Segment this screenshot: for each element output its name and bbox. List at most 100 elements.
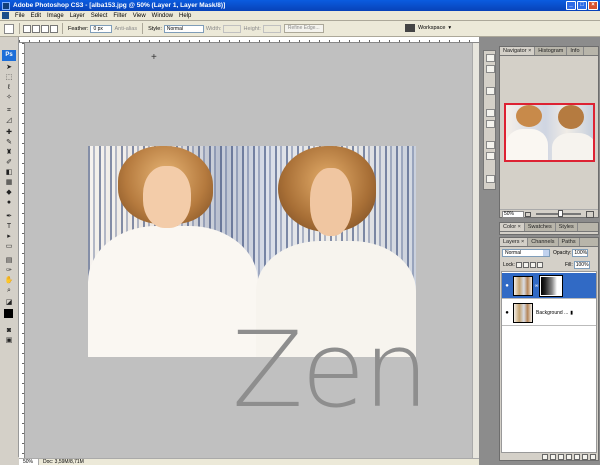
- paragraph-panel-icon[interactable]: [486, 152, 495, 160]
- lock-transparency-icon[interactable]: [515, 262, 522, 268]
- dodge-tool-icon[interactable]: ●: [4, 199, 14, 207]
- opacity-input[interactable]: 100%: [572, 249, 589, 257]
- menu-view[interactable]: View: [130, 13, 149, 19]
- type-tool-icon[interactable]: T: [4, 223, 14, 231]
- antialias-checkbox[interactable]: Anti-alias: [114, 26, 137, 32]
- adjustment-layer-icon[interactable]: [566, 454, 572, 460]
- visibility-eye-icon[interactable]: ●: [503, 310, 511, 316]
- menu-select[interactable]: Select: [88, 13, 111, 19]
- add-selection-icon[interactable]: [32, 24, 40, 33]
- healing-brush-icon[interactable]: ✚: [4, 129, 14, 137]
- history-brush-icon[interactable]: ✐: [4, 159, 14, 167]
- subtract-selection-icon[interactable]: [41, 24, 49, 33]
- menu-edit[interactable]: Edit: [28, 13, 44, 19]
- layer-thumbnail[interactable]: [513, 275, 533, 296]
- document-icon[interactable]: [2, 12, 9, 19]
- screen-mode-icon[interactable]: ▣: [4, 337, 14, 345]
- link-layers-icon[interactable]: [542, 454, 548, 460]
- add-mask-icon[interactable]: [558, 454, 564, 460]
- mask-link-icon[interactable]: ∞: [534, 283, 539, 289]
- style-select[interactable]: Normal: [163, 24, 204, 33]
- blur-tool-icon[interactable]: ◆: [4, 189, 14, 197]
- lock-pixels-icon[interactable]: [522, 262, 529, 268]
- ps-logo[interactable]: Ps: [2, 50, 16, 61]
- menu-image[interactable]: Image: [44, 13, 67, 19]
- hand-tool-icon[interactable]: ✋: [4, 277, 14, 285]
- tab-paths[interactable]: Paths: [559, 238, 580, 246]
- layer-row-background[interactable]: ● Background ... ▮: [502, 300, 596, 326]
- zoom-slider-knob[interactable]: [558, 210, 563, 217]
- lock-all-icon[interactable]: [536, 262, 543, 268]
- workspace-button[interactable]: Workspace ▾: [405, 24, 451, 32]
- status-doc-size[interactable]: Doc: 3,59M/8,71M: [39, 459, 88, 465]
- default-colors-icon[interactable]: ◪: [4, 299, 14, 307]
- tab-info[interactable]: Info: [567, 47, 584, 55]
- new-group-icon[interactable]: [574, 454, 580, 460]
- tab-channels[interactable]: Channels: [528, 238, 559, 246]
- navigator-zoom-input[interactable]: 50%: [502, 210, 524, 218]
- new-layer-icon[interactable]: [582, 454, 588, 460]
- zoom-out-icon[interactable]: [525, 211, 531, 217]
- fill-input[interactable]: 100%: [573, 261, 590, 269]
- actions-panel-icon[interactable]: [486, 65, 495, 73]
- zoom-tool-icon[interactable]: ⌕: [4, 287, 14, 295]
- layer-mask-thumbnail[interactable]: [539, 274, 563, 297]
- eyedropper-tool-icon[interactable]: ✑: [4, 267, 14, 275]
- blend-mode-select[interactable]: Normal: [502, 249, 550, 257]
- quick-mask-icon[interactable]: ◙: [4, 327, 14, 335]
- menu-help[interactable]: Help: [176, 13, 194, 19]
- clone-source-icon[interactable]: [486, 120, 495, 128]
- refine-edge-button[interactable]: Refine Edge...: [283, 24, 324, 33]
- navigator-preview[interactable]: [504, 103, 595, 162]
- character-panel-icon[interactable]: [486, 141, 495, 149]
- brush-tool-icon[interactable]: ✎: [4, 139, 14, 147]
- visibility-eye-icon[interactable]: ●: [503, 283, 511, 289]
- menu-layer[interactable]: Layer: [67, 13, 88, 19]
- menu-window[interactable]: Window: [149, 13, 176, 19]
- notes-tool-icon[interactable]: ▤: [4, 257, 14, 265]
- clone-stamp-icon[interactable]: ♜: [4, 149, 14, 157]
- maximize-button[interactable]: □: [577, 1, 587, 10]
- layer-comps-icon[interactable]: [486, 175, 495, 183]
- zoom-in-icon[interactable]: [586, 210, 594, 218]
- gradient-tool-icon[interactable]: ▦: [4, 179, 14, 187]
- minimize-button[interactable]: _: [566, 1, 576, 10]
- status-zoom[interactable]: 50%: [19, 459, 39, 465]
- height-input[interactable]: [262, 24, 281, 33]
- close-button[interactable]: ×: [588, 1, 598, 10]
- layer-style-icon[interactable]: [550, 454, 556, 460]
- tab-histogram[interactable]: Histogram: [535, 47, 568, 55]
- crop-tool-icon[interactable]: ⌗: [4, 107, 14, 115]
- vertical-scrollbar[interactable]: [472, 43, 479, 458]
- tab-layers[interactable]: Layers ×: [500, 238, 529, 246]
- foreground-color-swatch[interactable]: [4, 309, 13, 318]
- path-selection-icon[interactable]: ▸: [4, 233, 14, 241]
- tab-navigator[interactable]: Navigator ×: [500, 47, 536, 55]
- tab-styles[interactable]: Styles: [556, 223, 578, 231]
- navigator-zoom-slider[interactable]: [536, 210, 581, 217]
- intersect-selection-icon[interactable]: [50, 24, 58, 33]
- width-input[interactable]: [223, 24, 242, 33]
- tool-presets-icon[interactable]: [486, 87, 495, 95]
- menu-file[interactable]: File: [12, 13, 28, 19]
- layer-row-layer-1[interactable]: ● ∞: [502, 273, 596, 299]
- lasso-tool-icon[interactable]: ℓ: [4, 84, 14, 92]
- menu-filter[interactable]: Filter: [110, 13, 129, 19]
- new-selection-icon[interactable]: [23, 24, 31, 33]
- slice-tool-icon[interactable]: ◿: [4, 117, 14, 125]
- move-tool-icon[interactable]: ➤: [4, 64, 14, 72]
- pen-tool-icon[interactable]: ✒: [4, 213, 14, 221]
- layer-thumbnail[interactable]: [513, 302, 533, 323]
- eraser-tool-icon[interactable]: ◧: [4, 169, 14, 177]
- lock-position-icon[interactable]: [529, 262, 536, 268]
- marquee-tool-icon[interactable]: ⬚: [4, 74, 14, 82]
- tab-color[interactable]: Color ×: [500, 223, 525, 231]
- history-panel-icon[interactable]: [486, 54, 495, 62]
- marquee-preset-icon[interactable]: [4, 23, 14, 34]
- trash-icon[interactable]: [590, 454, 596, 460]
- feather-input[interactable]: 0 px: [90, 24, 113, 33]
- magic-wand-tool-icon[interactable]: ✧: [4, 94, 14, 102]
- shape-tool-icon[interactable]: ▭: [4, 243, 14, 251]
- tab-swatches[interactable]: Swatches: [525, 223, 556, 231]
- window-title-bar[interactable]: Adobe Photoshop CS3 - [alba153.jpg @ 50%…: [0, 0, 600, 11]
